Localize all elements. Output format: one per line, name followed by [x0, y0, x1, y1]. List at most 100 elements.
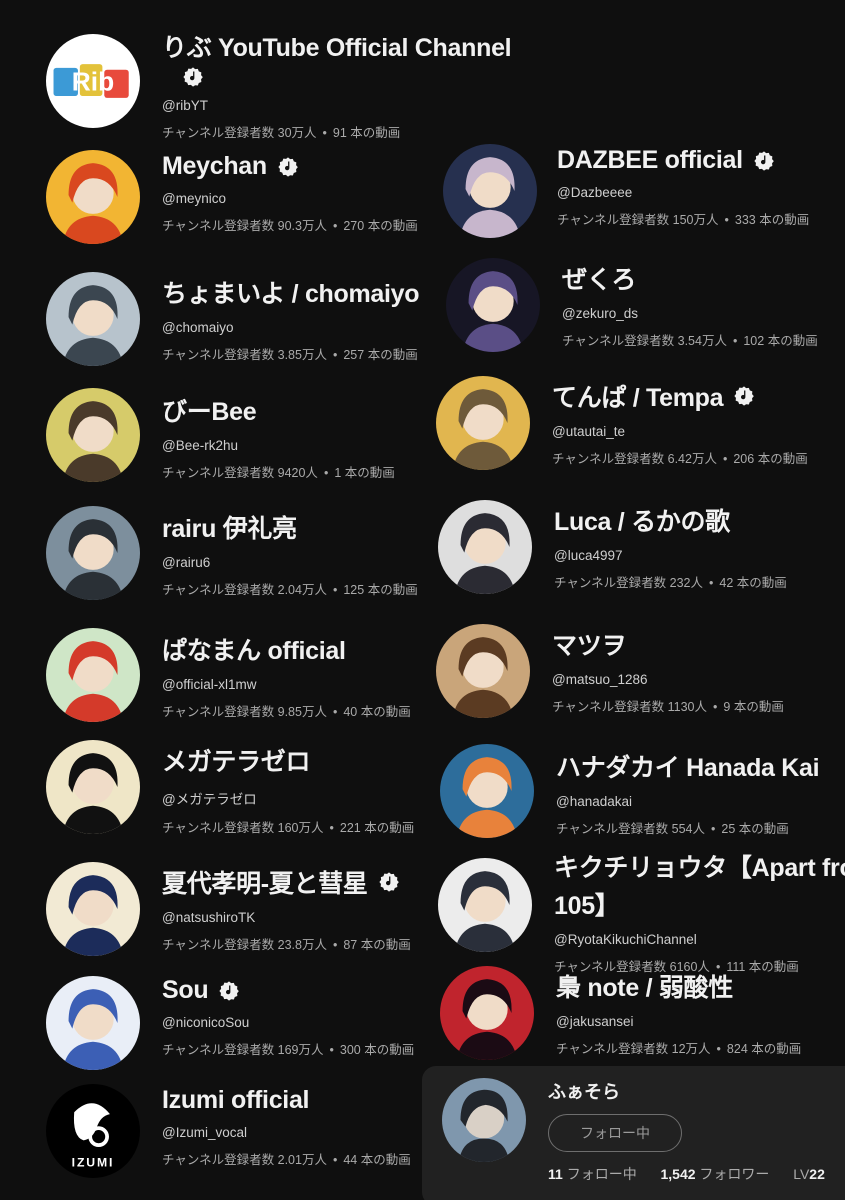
- subscriber-prefix: チャンネル登録者数: [562, 334, 675, 348]
- verified-music-icon: [182, 66, 204, 88]
- subscriber-count: 9.85万人: [277, 705, 327, 719]
- channel-name[interactable]: マツヲ: [552, 626, 626, 662]
- video-count: 44 本の動画: [343, 1153, 411, 1167]
- channel-stats: チャンネル登録者数 1130人 • 9 本の動画: [552, 696, 784, 715]
- channel-handle: @Izumi_vocal: [162, 1125, 247, 1140]
- channel-name[interactable]: キクチリョウタ【Apart from: [554, 848, 845, 884]
- channel-avatar[interactable]: [46, 388, 140, 482]
- channel-name[interactable]: ぜくろ: [562, 260, 636, 296]
- channel-stats: チャンネル登録者数 150万人 • 333 本の動画: [557, 209, 809, 228]
- channel-avatar[interactable]: [443, 144, 537, 238]
- channel-info: Sou @niconicoSou チャンネル登録者数 169万人 • 300 本の動…: [162, 976, 414, 1058]
- channel-name[interactable]: てんぱ / Tempa: [552, 378, 724, 414]
- video-count: 333 本の動画: [734, 213, 810, 227]
- verified-music-icon: [733, 385, 755, 407]
- channel-name[interactable]: メガテラゼロ: [162, 742, 311, 778]
- subscriber-count: 3.54万人: [677, 334, 727, 348]
- channel-avatar[interactable]: [46, 740, 140, 834]
- separator-dot: •: [732, 334, 738, 348]
- channel-name[interactable]: ハナダカイ Hanada Kai: [556, 748, 820, 784]
- channel-info: Meychan @meynico チャンネル登録者数 90.3万人 • 270 本の…: [162, 152, 418, 234]
- channel-avatar[interactable]: [46, 272, 140, 366]
- channel-avatar[interactable]: [438, 858, 532, 952]
- channel-stats: チャンネル登録者数 232人 • 42 本の動画: [554, 572, 787, 591]
- channel-name-line2[interactable]: 105】: [554, 886, 845, 922]
- channel-avatar[interactable]: [46, 506, 140, 600]
- subscriber-prefix: チャンネル登録者数: [554, 576, 667, 590]
- profile-avatar[interactable]: [442, 1078, 526, 1162]
- subscriber-count: 3.85万人: [277, 348, 327, 362]
- channel-handle: @jakusansei: [556, 1014, 634, 1029]
- channel-stats: チャンネル登録者数 554人 • 25 本の動画: [556, 818, 819, 837]
- subscriber-prefix: チャンネル登録者数: [162, 583, 275, 597]
- following-button[interactable]: フォロー中: [548, 1114, 682, 1152]
- subscriber-prefix: チャンネル登録者数: [162, 938, 275, 952]
- channel-handle: @matsuo_1286: [552, 672, 648, 687]
- channel-stats: チャンネル登録者数 23.8万人 • 87 本の動画: [162, 934, 411, 953]
- subscriber-count: 169万人: [277, 1043, 324, 1057]
- channel-name[interactable]: ちょまいよ / chomaiyo: [162, 274, 420, 310]
- verified-music-icon: [378, 871, 400, 893]
- channel-name[interactable]: Sou: [162, 976, 209, 1005]
- channel-info: Luca / るかの歌 @luca4997 チャンネル登録者数 232人 • 42 …: [554, 502, 787, 591]
- channel-handle: @hanadakai: [556, 794, 633, 809]
- channel-name[interactable]: Meychan: [162, 152, 267, 181]
- channel-handle: @Bee-rk2hu: [162, 438, 238, 453]
- channel-info: 梟 note / 弱酸性 @jakusansei チャンネル登録者数 12万人 •…: [556, 968, 801, 1057]
- video-count: 9 本の動画: [723, 700, 784, 714]
- video-count: 221 本の動画: [339, 821, 415, 835]
- subscriber-prefix: チャンネル登録者数: [162, 705, 275, 719]
- channel-avatar[interactable]: Rib: [46, 34, 140, 128]
- separator-dot: •: [322, 126, 327, 140]
- channel-avatar[interactable]: [46, 862, 140, 956]
- channel-stats: チャンネル登録者数 3.85万人 • 257 本の動画: [162, 344, 419, 363]
- subscriber-prefix: チャンネル登録者数: [556, 1042, 669, 1056]
- subscriber-count: 23.8万人: [277, 938, 327, 952]
- channel-name[interactable]: 梟 note / 弱酸性: [556, 968, 733, 1004]
- channel-name[interactable]: 夏代孝明-夏と彗星: [162, 864, 368, 900]
- channel-handle: @ribYT: [162, 98, 208, 113]
- channel-handle: @luca4997: [554, 548, 623, 563]
- video-count: 40 本の動画: [343, 705, 411, 719]
- channel-avatar[interactable]: [436, 624, 530, 718]
- channel-info: メガテラゼロ @メガテラゼロ チャンネル登録者数 160万人 • 221 本の動画: [162, 742, 414, 836]
- rib-logo-text: Rib: [72, 66, 114, 96]
- channel-name[interactable]: びーBee: [162, 392, 257, 428]
- channel-avatar[interactable]: [436, 376, 530, 470]
- channel-info: ぜくろ @zekuro_ds チャンネル登録者数 3.54万人 • 102 本の動画: [562, 260, 818, 349]
- channel-info: ぱなまん official @official-xl1mw チャンネル登録者数 …: [162, 631, 411, 720]
- channel-stats: チャンネル登録者数 9420人 • 1 本の動画: [162, 462, 395, 481]
- channel-name[interactable]: ぱなまん official: [162, 631, 346, 667]
- channel-info: ちょまいよ / chomaiyo @chomaiyo チャンネル登録者数 3.8…: [162, 274, 420, 363]
- channel-avatar[interactable]: [440, 966, 534, 1060]
- profile-stats: 11 フォロー中 1,542 フォロワー LV22: [548, 1164, 825, 1184]
- subscriber-prefix: チャンネル登録者数: [162, 466, 275, 480]
- subscriber-prefix: チャンネル登録者数: [162, 821, 275, 835]
- channel-name[interactable]: Luca / るかの歌: [554, 502, 730, 538]
- channel-name[interactable]: rairu 伊礼亮: [162, 509, 297, 545]
- separator-dot: •: [323, 466, 329, 480]
- channel-avatar[interactable]: [440, 744, 534, 838]
- channel-name[interactable]: Izumi official: [162, 1086, 310, 1115]
- channel-avatar[interactable]: [446, 258, 540, 352]
- channel-avatar[interactable]: [46, 150, 140, 244]
- subscriber-prefix: チャンネル登録者数: [557, 213, 670, 227]
- verified-music-icon: [277, 156, 299, 178]
- video-count: 824 本の動画: [726, 1042, 802, 1056]
- channel-avatar[interactable]: [438, 500, 532, 594]
- separator-dot: •: [329, 821, 334, 835]
- followers-label[interactable]: フォロワー: [699, 1166, 769, 1182]
- following-label[interactable]: フォロー中: [567, 1166, 637, 1182]
- subscriber-prefix: チャンネル登録者数: [162, 1153, 275, 1167]
- channel-name[interactable]: りぶ YouTube Official Channel: [162, 28, 512, 64]
- following-count: 11: [548, 1166, 563, 1182]
- channel-avatar[interactable]: [46, 976, 140, 1070]
- profile-name: ふぁそら: [548, 1082, 620, 1102]
- channel-name[interactable]: DAZBEE official: [557, 146, 743, 175]
- channel-info: びーBee @Bee-rk2hu チャンネル登録者数 9420人 • 1 本の動画: [162, 392, 395, 481]
- subscriber-count: 160万人: [277, 821, 324, 835]
- channel-avatar[interactable]: [46, 628, 140, 722]
- channel-avatar[interactable]: IZUMI: [46, 1084, 140, 1178]
- followers-count: 1,542: [660, 1166, 696, 1182]
- subscriber-prefix: チャンネル登録者数: [162, 1043, 275, 1057]
